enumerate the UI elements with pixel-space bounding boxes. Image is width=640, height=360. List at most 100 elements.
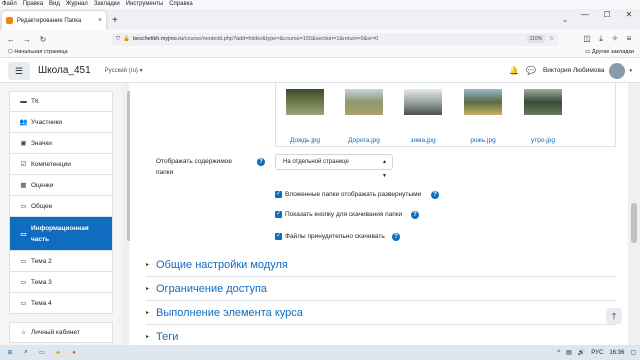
sidebar-item-topic-2[interactable]: ▭ Тема 2: [9, 251, 113, 272]
sidebar-item-tk[interactable]: ▬ ТК: [9, 91, 113, 112]
app-menu-icon[interactable]: ≡: [622, 34, 636, 44]
file-name[interactable]: Дорога.jpg: [341, 137, 387, 144]
chevron-right-icon: ▸: [146, 334, 150, 340]
sidebar-item-general[interactable]: ▭ Общее: [9, 196, 113, 217]
back-icon[interactable]: ←: [4, 35, 18, 44]
file-item[interactable]: Дождь.jpg: [282, 89, 328, 144]
checkbox-force-download[interactable]: ✓: [275, 233, 282, 240]
file-name[interactable]: утро.jpg: [520, 137, 566, 144]
avatar[interactable]: [609, 62, 626, 79]
list-tabs-icon[interactable]: ⌄: [562, 11, 568, 30]
notifications-bell-icon[interactable]: 🔔: [509, 66, 519, 75]
section-tags[interactable]: ▸ Теги: [146, 325, 616, 345]
site-name[interactable]: Школа_451: [38, 65, 91, 76]
file-name[interactable]: Дождь.jpg: [282, 137, 328, 144]
menu-history[interactable]: Журнал: [66, 0, 88, 9]
sidebar-item-competencies[interactable]: ☑ Компетенции: [9, 154, 113, 175]
user-area: 🔔 💬 Виктория Любимова ▾: [509, 62, 640, 79]
search-icon[interactable]: ⌕: [20, 349, 32, 356]
bookmark-start-label: Начальная страница: [14, 49, 68, 55]
sidebar-item-topic-4[interactable]: ▭ Тема 4: [9, 293, 113, 314]
file-item[interactable]: рожь.jpg: [460, 89, 506, 144]
sidebar-item-label: Участники: [31, 118, 63, 126]
close-window-button[interactable]: ✕: [618, 9, 640, 30]
file-name[interactable]: зима.jpg: [400, 137, 446, 144]
sidebar-item-topic-3[interactable]: ▭ Тема 3: [9, 272, 113, 293]
sidebar-item-dashboard[interactable]: ⌂ Личный кабинет: [9, 322, 113, 343]
competency-icon: ☑: [20, 161, 27, 168]
extensions-icon[interactable]: ✧: [608, 34, 622, 44]
bookmarks-bar: ⬡ Начальная страница ▭ Другие закладки: [0, 48, 640, 58]
bookmark-star-icon[interactable]: ☆: [549, 36, 554, 42]
chevron-right-icon: ▸: [146, 286, 150, 292]
section-title: Выполнение элемента курса: [156, 306, 303, 319]
file-thumbnail[interactable]: [286, 89, 324, 115]
checkbox-show-download-button[interactable]: ✓: [275, 211, 282, 218]
help-icon[interactable]: ?: [431, 191, 439, 199]
section-module-settings[interactable]: ▸ Общие настройки модуля: [146, 253, 616, 277]
bookmark-start-page[interactable]: ⬡ Начальная страница: [8, 48, 68, 57]
tray-chevron-icon[interactable]: ^: [557, 350, 560, 356]
grades-icon: ▦: [20, 182, 27, 189]
notifications-icon[interactable]: ▢: [630, 349, 636, 356]
other-bookmarks[interactable]: ▭ Другие закладки: [585, 48, 634, 57]
back-to-top-button[interactable]: 🡑: [606, 308, 622, 324]
maximize-button[interactable]: ☐: [596, 9, 618, 30]
menu-view[interactable]: Вид: [49, 0, 60, 9]
file-thumbnail[interactable]: [464, 89, 502, 115]
sidebar-item-grades[interactable]: ▦ Оценки: [9, 175, 113, 196]
task-view-icon[interactable]: ▭: [36, 349, 48, 356]
checkbox-expand-subfolders[interactable]: ✓: [275, 191, 282, 198]
menu-bookmarks[interactable]: Закладки: [94, 0, 120, 9]
course-navigation-drawer: ▬ ТК 👥 Участники ▣ Значки ☑ Компетенции ▦ Оце…: [0, 83, 132, 345]
file-explorer-icon[interactable]: ▰: [52, 349, 64, 356]
close-tab-icon[interactable]: ×: [98, 17, 102, 24]
network-icon[interactable]: ▤: [566, 349, 572, 356]
user-menu-chevron-icon[interactable]: ▾: [629, 68, 632, 74]
file-thumbnail[interactable]: [345, 89, 383, 115]
file-item[interactable]: утро.jpg: [520, 89, 566, 144]
help-icon[interactable]: ?: [411, 211, 419, 219]
windows-start-icon[interactable]: ⊞: [4, 349, 16, 356]
volume-icon[interactable]: 🔊: [578, 349, 585, 356]
sidebar-scrollbar[interactable]: [122, 83, 132, 345]
menu-edit[interactable]: Правка: [23, 0, 43, 9]
drawer-toggle-button[interactable]: ☰: [8, 61, 30, 80]
page-scroll-thumb[interactable]: [631, 203, 637, 243]
messages-icon[interactable]: 💬: [526, 66, 536, 75]
keyboard-language[interactable]: РУС: [591, 350, 603, 356]
menu-tools[interactable]: Инструменты: [126, 0, 163, 9]
downloads-icon[interactable]: ⤓: [594, 34, 608, 44]
help-icon[interactable]: ?: [257, 158, 265, 166]
shield-icon[interactable]: ⛉: [116, 36, 120, 43]
user-name[interactable]: Виктория Любимова: [543, 67, 605, 74]
menu-help[interactable]: Справка: [169, 0, 193, 9]
zoom-level[interactable]: 110%: [526, 35, 546, 43]
file-item[interactable]: Дорога.jpg: [341, 89, 387, 144]
page-scrollbar[interactable]: [628, 83, 640, 345]
browser-tab[interactable]: Редактирование Папка ×: [2, 11, 106, 30]
section-access-restriction[interactable]: ▸ Ограничение доступа: [146, 277, 616, 301]
clock[interactable]: 16:36: [609, 350, 624, 356]
display-select[interactable]: На отдельной странице ▲ ▼: [275, 154, 393, 179]
file-name[interactable]: рожь.jpg: [460, 137, 506, 144]
address-bar[interactable]: ⛉ 🔒 beschetikh.myjino.ru /course/modedit…: [112, 32, 558, 46]
file-thumbnail[interactable]: [524, 89, 562, 115]
file-item[interactable]: зима.jpg: [400, 89, 446, 144]
lock-icon[interactable]: 🔒: [123, 36, 130, 42]
reload-icon[interactable]: ↻: [36, 35, 50, 44]
pocket-icon[interactable]: ◫: [580, 34, 594, 44]
section-completion[interactable]: ▸ Выполнение элемента курса: [146, 301, 616, 325]
menu-file[interactable]: Файл: [2, 0, 17, 9]
new-tab-button[interactable]: +: [112, 11, 118, 30]
sidebar-item-badges[interactable]: ▣ Значки: [9, 133, 113, 154]
forward-icon[interactable]: →: [20, 35, 34, 44]
sidebar-item-info-part[interactable]: ▭ Информационная часть: [9, 217, 113, 251]
firefox-icon[interactable]: ●: [68, 350, 80, 356]
minimize-button[interactable]: —: [574, 9, 596, 30]
sidebar-item-participants[interactable]: 👥 Участники: [9, 112, 113, 133]
folder-icon: ▬: [20, 98, 27, 105]
language-menu[interactable]: Русский (ru) ▾: [105, 67, 143, 74]
file-thumbnail[interactable]: [404, 89, 442, 115]
help-icon[interactable]: ?: [392, 233, 400, 241]
